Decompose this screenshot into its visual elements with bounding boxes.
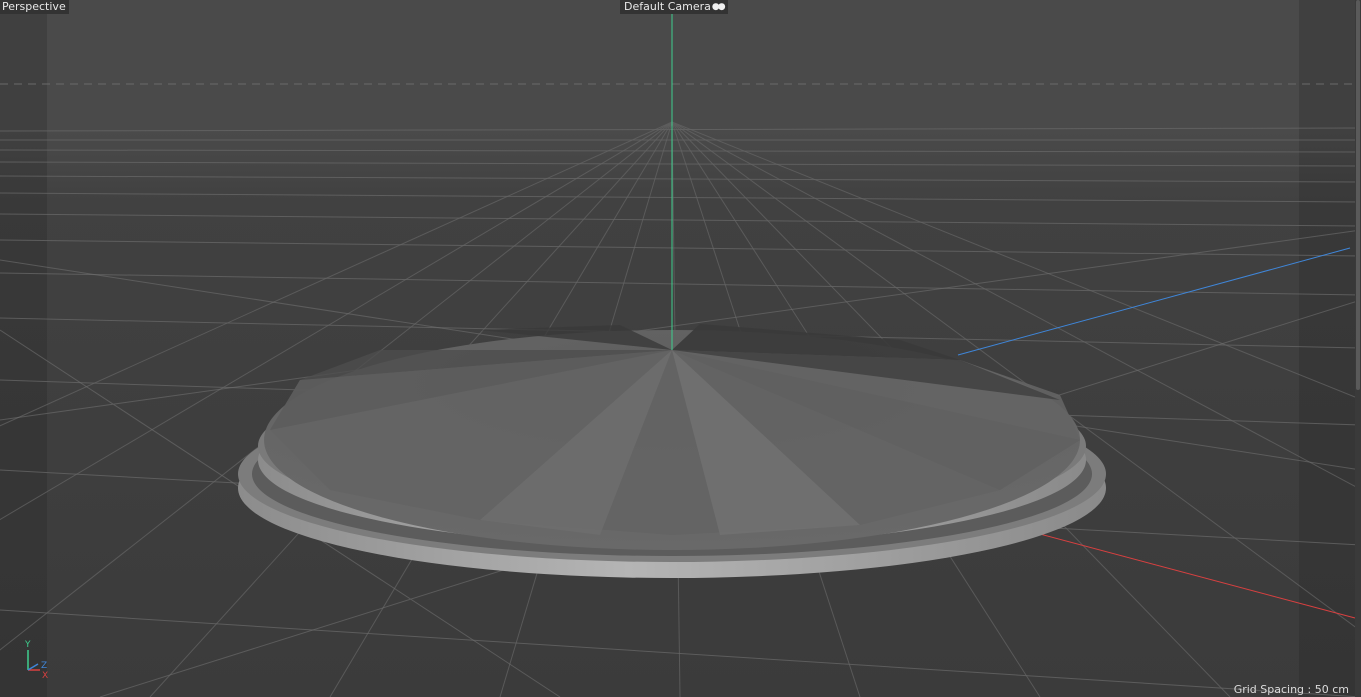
- scrollbar-thumb[interactable]: [1356, 0, 1360, 390]
- x-axis-line: [1009, 525, 1356, 619]
- view-name-menu[interactable]: Perspective: [0, 0, 69, 14]
- 3d-viewport[interactable]: Perspective Default Camera ●● Y X Z Grid…: [0, 0, 1361, 697]
- view-name-label: Perspective: [2, 0, 66, 13]
- axis-y-label: Y: [24, 640, 31, 650]
- camera-name-label: Default Camera: [624, 0, 711, 13]
- z-axis-line: [957, 247, 1351, 356]
- disc-object: [238, 324, 1106, 578]
- grid-spacing-readout: Grid Spacing : 50 cm: [1233, 683, 1349, 696]
- axis-z-label: Z: [41, 661, 47, 671]
- camera-orbit-icon[interactable]: ●●: [712, 0, 726, 14]
- viewport-scrollbar[interactable]: [1355, 0, 1361, 697]
- axis-x-label: X: [42, 671, 48, 681]
- viewport-scene: [0, 14, 1361, 697]
- camera-menu[interactable]: Default Camera ●●: [620, 0, 728, 14]
- axis-gizmo: Y X Z: [24, 640, 48, 681]
